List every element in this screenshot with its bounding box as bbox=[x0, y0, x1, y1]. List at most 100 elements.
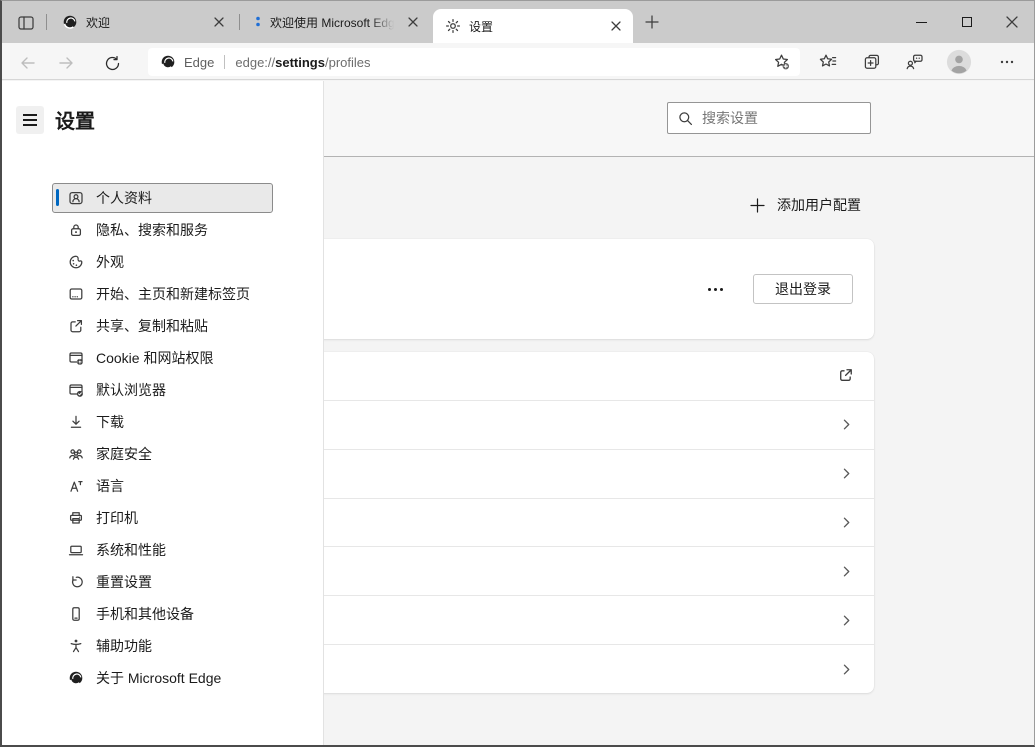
url-host: settings bbox=[275, 55, 325, 70]
sidebar-item-label: 重置设置 bbox=[96, 572, 152, 592]
tab-bar: 欢迎 欢迎使用 Microsoft Edge 设置 bbox=[2, 1, 1034, 43]
palette-icon bbox=[68, 254, 84, 270]
collections-button[interactable] bbox=[859, 49, 885, 75]
sidebar-item-label: 个人资料 bbox=[96, 188, 152, 208]
site-label: Edge bbox=[184, 55, 214, 70]
menu-toggle-button[interactable] bbox=[16, 106, 44, 134]
edge-logo-icon bbox=[68, 670, 84, 686]
star-plus-icon bbox=[773, 53, 791, 71]
sidebar-item-start-home-newtab[interactable]: 开始、主页和新建标签页 bbox=[52, 279, 273, 309]
tab-welcome-to-edge[interactable]: 欢迎使用 Microsoft Edge bbox=[242, 1, 430, 43]
settings-search-box[interactable] bbox=[667, 102, 871, 134]
family-icon bbox=[68, 446, 84, 462]
minimize-button[interactable] bbox=[899, 1, 944, 43]
sidebar-item-label: 系统和性能 bbox=[96, 540, 166, 560]
sidebar-item-label: 隐私、搜索和服务 bbox=[96, 220, 208, 240]
lock-icon bbox=[68, 222, 84, 238]
tab-actions-menu-button[interactable] bbox=[14, 11, 38, 35]
sidebar-item-cookies-permissions[interactable]: Cookie 和网站权限 bbox=[52, 343, 273, 373]
sidebar-item-default-browser[interactable]: 默认浏览器 bbox=[52, 375, 273, 405]
accessibility-icon bbox=[68, 638, 84, 654]
tab-welcome[interactable]: 欢迎 bbox=[50, 1, 236, 43]
back-arrow-icon bbox=[19, 54, 37, 72]
favorites-star-icon bbox=[818, 52, 838, 72]
new-tab-button[interactable] bbox=[640, 10, 664, 34]
chevron-right-icon bbox=[839, 564, 854, 579]
printer-icon bbox=[68, 510, 84, 526]
sidebar-item-label: Cookie 和网站权限 bbox=[96, 348, 213, 368]
refresh-button[interactable] bbox=[100, 51, 124, 75]
sidebar-item-label: 下载 bbox=[96, 412, 124, 432]
sidebar-item-family-safety[interactable]: 家庭安全 bbox=[52, 439, 273, 469]
start-page-icon bbox=[68, 286, 84, 302]
sidebar-item-label: 外观 bbox=[96, 252, 124, 272]
sidebar-item-reset-settings[interactable]: 重置设置 bbox=[52, 567, 273, 597]
sidebar-item-phone-devices[interactable]: 手机和其他设备 bbox=[52, 599, 273, 629]
drawer-header: 设置 bbox=[16, 105, 95, 134]
back-button[interactable] bbox=[16, 51, 40, 75]
sidebar-item-printers[interactable]: 打印机 bbox=[52, 503, 273, 533]
sidebar-item-languages[interactable]: 语言 bbox=[52, 471, 273, 501]
tab-close-button[interactable] bbox=[404, 13, 422, 31]
profile-avatar-button[interactable] bbox=[946, 49, 972, 75]
avatar-icon bbox=[946, 48, 972, 76]
refresh-icon bbox=[104, 55, 121, 72]
site-permissions-icon bbox=[68, 350, 84, 366]
share-icon bbox=[68, 318, 84, 334]
search-icon bbox=[678, 111, 693, 126]
sidebar-item-privacy[interactable]: 隐私、搜索和服务 bbox=[52, 215, 273, 245]
add-profile-label: 添加用户配置 bbox=[777, 195, 861, 215]
sidebar-item-profiles[interactable]: 个人资料 bbox=[52, 183, 273, 213]
address-bar[interactable]: Edge edge://settings/profiles bbox=[148, 48, 800, 76]
sidebar-item-downloads[interactable]: 下载 bbox=[52, 407, 273, 437]
plus-icon bbox=[750, 198, 765, 213]
sign-out-button[interactable]: 退出登录 bbox=[753, 274, 853, 304]
more-dots-icon bbox=[998, 53, 1016, 71]
sidebar-item-share-copy-paste[interactable]: 共享、复制和粘贴 bbox=[52, 311, 273, 341]
language-icon bbox=[68, 478, 84, 494]
collections-icon bbox=[862, 52, 882, 72]
page-title: 设置 bbox=[55, 105, 95, 134]
send-feedback-button[interactable] bbox=[902, 49, 928, 75]
tab-title: 欢迎 bbox=[86, 14, 204, 31]
add-favorite-button[interactable] bbox=[770, 50, 794, 74]
chevron-right-icon bbox=[839, 613, 854, 628]
forward-button[interactable] bbox=[54, 51, 78, 75]
minimize-icon bbox=[916, 22, 927, 23]
maximize-button[interactable] bbox=[944, 1, 989, 43]
favorites-button[interactable] bbox=[815, 49, 841, 75]
sidebar-item-label: 语言 bbox=[96, 476, 124, 496]
tab-close-button[interactable] bbox=[607, 17, 625, 35]
sidebar-item-label: 家庭安全 bbox=[96, 444, 152, 464]
default-browser-icon bbox=[68, 382, 84, 398]
url-text: edge://settings/profiles bbox=[235, 55, 770, 70]
sidebar-item-about-edge[interactable]: 关于 Microsoft Edge bbox=[52, 663, 273, 693]
sidebar-item-system-performance[interactable]: 系统和性能 bbox=[52, 535, 273, 565]
search-settings-input[interactable] bbox=[702, 110, 852, 126]
hamburger-icon bbox=[23, 114, 37, 116]
profile-more-options-button[interactable] bbox=[702, 282, 729, 297]
sidebar-item-label: 打印机 bbox=[96, 508, 138, 528]
browser-menu-button[interactable] bbox=[994, 49, 1020, 75]
blue-dots-favicon-icon bbox=[254, 15, 262, 29]
url-path: /profiles bbox=[325, 55, 371, 70]
close-icon bbox=[1006, 16, 1018, 28]
browser-window: 欢迎 欢迎使用 Microsoft Edge 设置 bbox=[0, 0, 1035, 747]
close-window-button[interactable] bbox=[989, 1, 1034, 43]
sidebar-item-accessibility[interactable]: 辅助功能 bbox=[52, 631, 273, 661]
forward-arrow-icon bbox=[57, 54, 75, 72]
tab-close-button[interactable] bbox=[210, 13, 228, 31]
sidebar-item-appearance[interactable]: 外观 bbox=[52, 247, 273, 277]
close-icon bbox=[611, 21, 621, 31]
system-icon bbox=[68, 542, 84, 558]
person-feedback-icon bbox=[905, 52, 925, 72]
sidebar-item-label: 开始、主页和新建标签页 bbox=[96, 284, 250, 304]
close-icon bbox=[214, 17, 224, 27]
add-profile-button[interactable]: 添加用户配置 bbox=[750, 195, 861, 215]
sidebar-item-label: 默认浏览器 bbox=[96, 380, 166, 400]
tab-settings-active[interactable]: 设置 bbox=[433, 9, 633, 43]
phone-icon bbox=[68, 606, 84, 622]
download-icon bbox=[68, 414, 84, 430]
plus-icon bbox=[645, 15, 659, 29]
tab-title: 设置 bbox=[469, 18, 601, 35]
